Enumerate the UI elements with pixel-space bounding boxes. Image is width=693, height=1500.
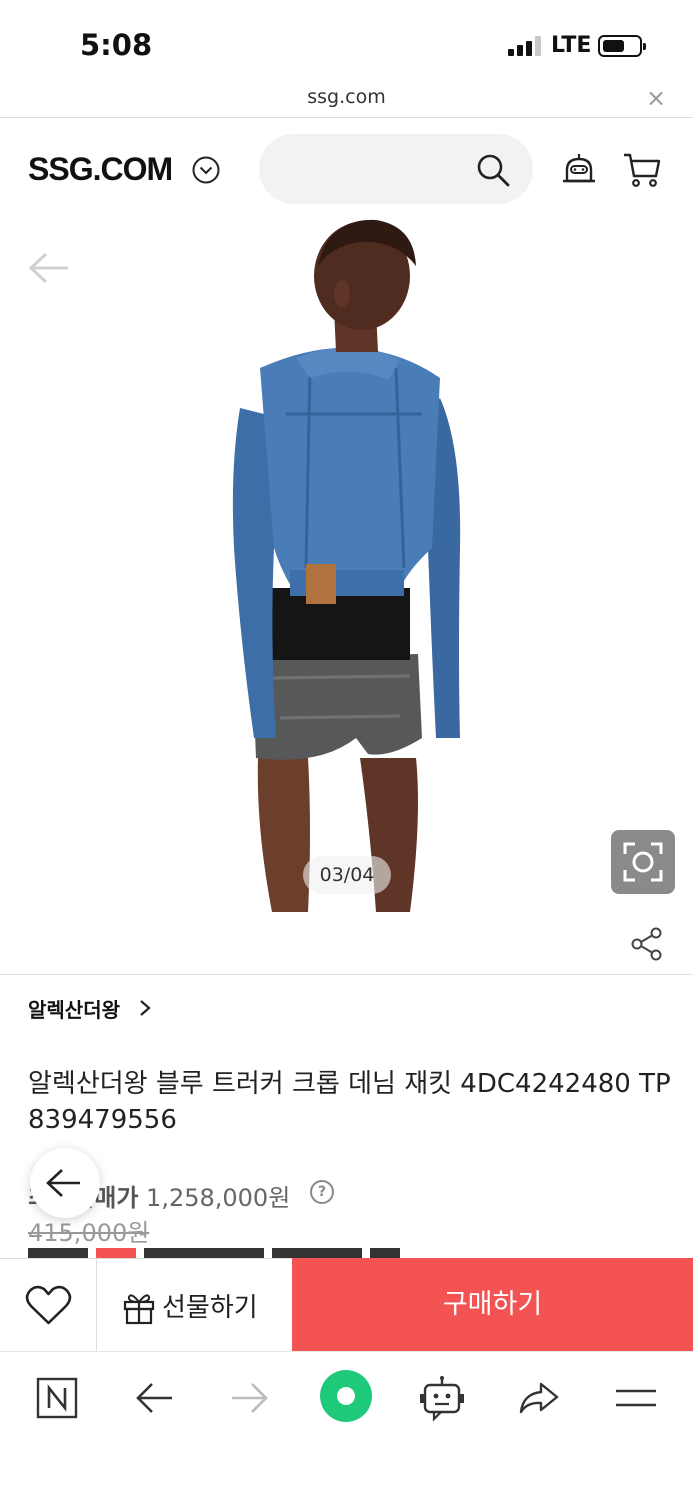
close-icon[interactable]: ×	[646, 84, 666, 112]
cart-icon[interactable]	[622, 150, 662, 190]
site-header: SSG.COM	[0, 118, 693, 218]
status-time: 5:08	[80, 28, 153, 62]
gift-button[interactable]: 선물하기	[97, 1259, 291, 1351]
back-arrow-icon[interactable]	[130, 1374, 178, 1422]
gift-icon	[123, 1294, 155, 1325]
heart-icon	[25, 1285, 72, 1325]
menu-icon[interactable]	[612, 1374, 660, 1422]
back-arrow-icon	[46, 1169, 80, 1197]
signal-icon	[508, 36, 544, 56]
floating-back-button[interactable]	[30, 1148, 100, 1218]
lens-button[interactable]	[611, 830, 675, 894]
purchase-bar: 선물하기 구매하기	[0, 1258, 693, 1351]
naver-icon[interactable]	[33, 1374, 81, 1422]
forward-arrow-icon[interactable]	[226, 1374, 274, 1422]
status-bar: 5:08 LTE	[0, 0, 693, 80]
browser-toolbar	[0, 1351, 693, 1500]
chevron-right-icon[interactable]	[137, 998, 153, 1018]
battery-icon	[598, 35, 646, 57]
chevron-down-icon[interactable]	[192, 156, 220, 184]
share-arrow-icon[interactable]	[515, 1374, 563, 1422]
help-icon[interactable]: ?	[310, 1180, 334, 1204]
product-photo	[232, 219, 461, 912]
gift-label: 선물하기	[162, 1293, 258, 1323]
home-dot-icon[interactable]	[318, 1368, 374, 1424]
share-icon[interactable]	[630, 926, 664, 962]
back-arrow-icon[interactable]	[26, 248, 72, 288]
url-text[interactable]: ssg.com	[0, 86, 693, 108]
product-title: 알렉산더왕 블루 트러커 크롭 데님 재킷 4DC4242480 TP 8394…	[28, 1069, 671, 1135]
bot-icon[interactable]	[418, 1374, 466, 1422]
divider	[0, 974, 693, 975]
buy-button[interactable]: 구매하기	[292, 1258, 693, 1351]
brand-link[interactable]: 알렉산더왕	[28, 994, 120, 1023]
max-price-value: 1,258,000원	[146, 1184, 291, 1212]
image-pager: 03/04	[303, 856, 391, 894]
product-gallery[interactable]: 03/04	[0, 218, 693, 978]
search-icon[interactable]	[475, 152, 511, 188]
wishlist-button[interactable]	[0, 1259, 97, 1351]
original-price: 415,000원	[28, 1219, 150, 1247]
lens-icon	[623, 842, 663, 882]
url-bar[interactable]: ssg.com ×	[0, 80, 693, 118]
bell-icon[interactable]	[560, 151, 598, 189]
network-label: LTE	[551, 33, 592, 58]
site-logo[interactable]: SSG.COM	[28, 151, 173, 188]
